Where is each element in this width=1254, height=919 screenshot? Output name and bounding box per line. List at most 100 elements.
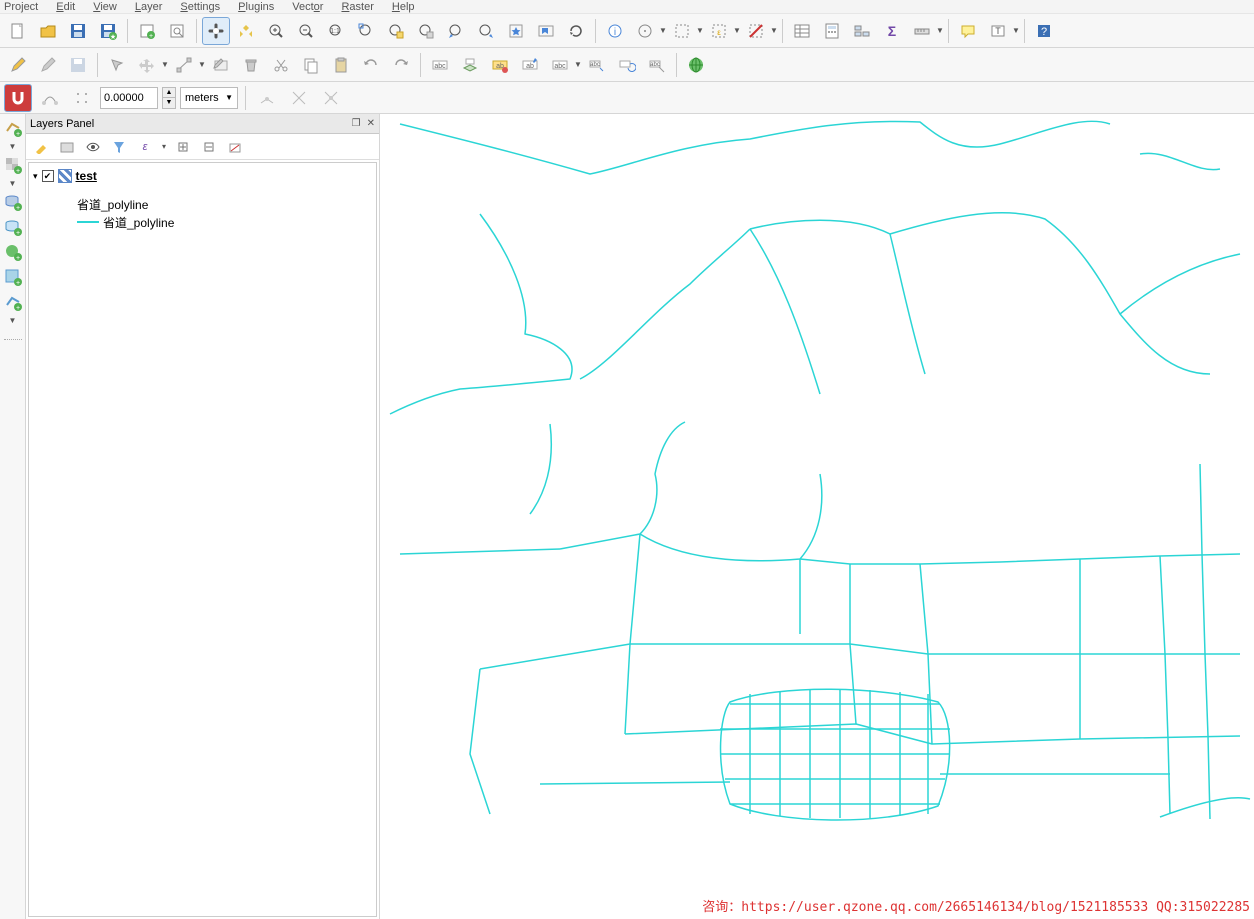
menu-raster[interactable]: Raster: [341, 0, 373, 13]
menu-project[interactable]: PProjectroject: [4, 0, 38, 13]
action-button[interactable]: [631, 17, 659, 45]
menu-view[interactable]: View: [93, 0, 117, 13]
composer-manager-button[interactable]: [163, 17, 191, 45]
topo-edit-button[interactable]: [253, 84, 281, 112]
menu-plugins[interactable]: Plugins: [238, 0, 274, 13]
label-move-button[interactable]: abc: [583, 51, 611, 79]
new-project-button[interactable]: [4, 17, 32, 45]
label-show-button[interactable]: abc: [546, 51, 574, 79]
filter-icon[interactable]: [110, 138, 128, 156]
layer-tree[interactable]: ▾ ✔ test 省道_polyline 省道_polyline: [28, 162, 377, 917]
layer-item-2-label: 省道_polyline: [103, 214, 174, 231]
node-tool-button[interactable]: [170, 51, 198, 79]
menu-bar: PProjectroject Edit View Layer Settings …: [0, 0, 1254, 14]
group-checkbox[interactable]: ✔: [42, 170, 54, 182]
stats-button[interactable]: Σ: [878, 17, 906, 45]
snap-vertex-button[interactable]: [68, 84, 96, 112]
expand-icon[interactable]: [174, 138, 192, 156]
redo-button[interactable]: [387, 51, 415, 79]
paste-button[interactable]: [327, 51, 355, 79]
select-expr-button[interactable]: ε: [705, 17, 733, 45]
layer-item-2[interactable]: 省道_polyline: [33, 213, 372, 231]
svg-text:abc: abc: [434, 63, 446, 70]
label-highlight-button[interactable]: ab: [486, 51, 514, 79]
self-snap-button[interactable]: [317, 84, 345, 112]
pan-to-selection-button[interactable]: [232, 17, 260, 45]
new-bookmark-button[interactable]: [502, 17, 530, 45]
maptips-button[interactable]: [954, 17, 982, 45]
label-change-button[interactable]: abc: [643, 51, 671, 79]
layer-group-row[interactable]: ▾ ✔ test: [33, 167, 372, 185]
measure-button[interactable]: [908, 17, 936, 45]
label-layer-button[interactable]: [456, 51, 484, 79]
layer-item-1[interactable]: 省道_polyline: [33, 195, 372, 213]
edit-stop-button[interactable]: [34, 51, 62, 79]
save-button[interactable]: [64, 17, 92, 45]
undo-button[interactable]: [357, 51, 385, 79]
label-rotate-button[interactable]: [613, 51, 641, 79]
help-button[interactable]: ?: [1030, 17, 1058, 45]
zoom-full-button[interactable]: [352, 17, 380, 45]
show-bookmarks-button[interactable]: [532, 17, 560, 45]
snap-tolerance-input[interactable]: [100, 87, 158, 109]
expression-icon[interactable]: ε: [136, 138, 154, 156]
zoom-selection-button[interactable]: [382, 17, 410, 45]
cut-button[interactable]: [267, 51, 295, 79]
field-calc-button[interactable]: [818, 17, 846, 45]
annotation-button[interactable]: T: [984, 17, 1012, 45]
delete-selected-button[interactable]: [237, 51, 265, 79]
zoom-next-button[interactable]: [472, 17, 500, 45]
snap-toggle-button[interactable]: [4, 84, 32, 112]
snap-intersect-button[interactable]: [285, 84, 313, 112]
add-vector-icon[interactable]: +: [2, 117, 24, 139]
label-pin-button[interactable]: ab: [516, 51, 544, 79]
add-wcs-icon[interactable]: +: [2, 266, 24, 288]
wms-button[interactable]: [682, 51, 710, 79]
menu-settings[interactable]: Settings: [180, 0, 220, 13]
zoom-layer-button[interactable]: [412, 17, 440, 45]
multi-editor-button[interactable]: [207, 51, 235, 79]
save-edits-button[interactable]: [64, 51, 92, 79]
open-project-button[interactable]: [34, 17, 62, 45]
add-group-icon[interactable]: [58, 138, 76, 156]
menu-layer[interactable]: Layer: [135, 0, 163, 13]
panel-undock-icon[interactable]: ❐: [352, 118, 361, 129]
add-wfs-icon[interactable]: +: [2, 291, 24, 313]
zoom-last-button[interactable]: [442, 17, 470, 45]
print-composer-button[interactable]: +: [133, 17, 161, 45]
refresh-button[interactable]: [562, 17, 590, 45]
open-attr-table-button[interactable]: [788, 17, 816, 45]
add-raster-icon[interactable]: +: [2, 154, 24, 176]
menu-vector[interactable]: Vector: [292, 0, 323, 13]
zoom-out-button[interactable]: [292, 17, 320, 45]
menu-edit[interactable]: Edit: [56, 0, 75, 13]
snap-unit-select[interactable]: meters▼: [180, 87, 238, 109]
layers-panel-title: Layers Panel: [30, 118, 94, 130]
edit-toggle-button[interactable]: [4, 51, 32, 79]
panel-close-icon[interactable]: ✕: [367, 118, 375, 129]
svg-text:1:1: 1:1: [330, 28, 340, 35]
deselect-button[interactable]: [742, 17, 770, 45]
identify-button[interactable]: i: [601, 17, 629, 45]
visibility-icon[interactable]: [84, 138, 102, 156]
processing-button[interactable]: [848, 17, 876, 45]
move-feature-button[interactable]: [133, 51, 161, 79]
zoom-in-button[interactable]: [262, 17, 290, 45]
menu-help[interactable]: Help: [392, 0, 415, 13]
add-spatialite-icon[interactable]: +: [2, 216, 24, 238]
map-canvas[interactable]: 58% ↑19.9K/s ↓4.6K/s 咨询：https://user.qzo…: [380, 114, 1254, 919]
style-manager-icon[interactable]: [32, 138, 50, 156]
copy-button[interactable]: [297, 51, 325, 79]
snap-spin[interactable]: ▲▼: [162, 87, 176, 109]
select-rect-button[interactable]: [668, 17, 696, 45]
collapse-icon[interactable]: [200, 138, 218, 156]
save-as-button[interactable]: ★: [94, 17, 122, 45]
zoom-native-button[interactable]: 1:1: [322, 17, 350, 45]
add-wms-icon[interactable]: +: [2, 241, 24, 263]
pan-button[interactable]: [202, 17, 230, 45]
remove-layer-icon[interactable]: [226, 138, 244, 156]
trace-button[interactable]: [36, 84, 64, 112]
label-abc-button[interactable]: abc: [426, 51, 454, 79]
add-postgis-icon[interactable]: +: [2, 191, 24, 213]
add-feature-button[interactable]: [103, 51, 131, 79]
